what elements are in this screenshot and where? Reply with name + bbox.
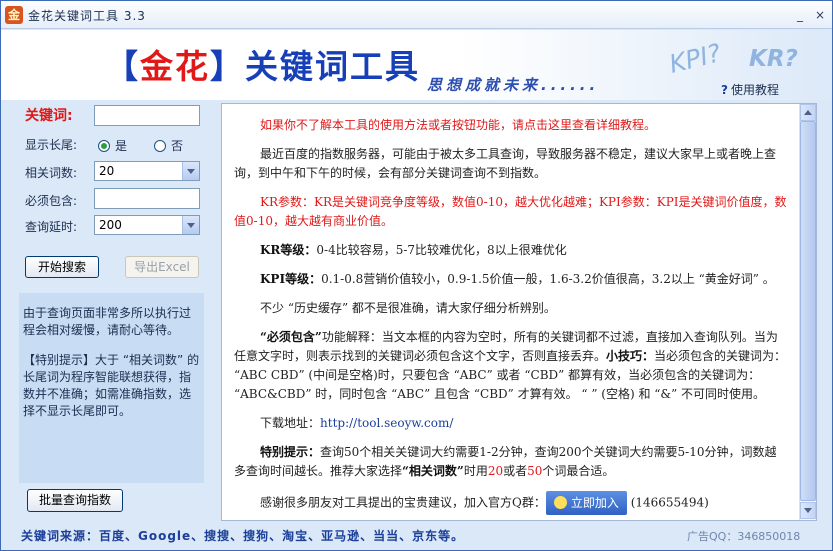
kr-levels-text: 0-4比较容易，5-7比较难优化，8以上很难优化 — [316, 243, 567, 257]
instructions-panel: 如果你不了解本工具的使用方法或者按钮功能，请点击这里查看详细教程。 最近百度的指… — [221, 103, 817, 521]
qq-icon — [553, 496, 567, 509]
special-notice-related: “相关词数” — [402, 464, 464, 478]
scroll-thumb[interactable] — [800, 121, 816, 501]
special-notice: 特别提示：查询50个相关关键词大约需要1-2分钟，查询200个关键词大约需要5-… — [234, 443, 788, 481]
kpi-levels: KPI等级：0.1-0.8营销价值较小，0.9-1.5价值一般，1.6-3.2价… — [234, 270, 788, 289]
banner-brand: 金花 — [140, 47, 210, 86]
longtail-label: 显示长尾: — [25, 138, 78, 152]
special-notice-text-c: 个词最合适。 — [542, 464, 615, 478]
footer-bar: 关键词来源：百度、Google、搜搜、搜狗、淘宝、亚马逊、当当、京东等。 广告Q… — [1, 521, 832, 550]
app-window: 金 金花关键词工具 3.3 _ × 【金花】关键词工具 思想成就未来......… — [0, 0, 833, 551]
content-scrollbar[interactable] — [799, 104, 816, 520]
keyword-label: 关键词: — [25, 108, 73, 124]
radio-unselected-icon — [154, 140, 166, 152]
banner-title-close: 】关键词工具 — [210, 47, 420, 86]
must-include-term: “必须包含” — [260, 330, 322, 344]
help-icon: ? — [721, 83, 728, 97]
query-delay-select[interactable]: 200 — [94, 215, 200, 235]
keyword-sources: 关键词来源：百度、Google、搜搜、搜狗、淘宝、亚马逊、当当、京东等。 — [21, 529, 465, 543]
longtail-yes-label: 是 — [115, 139, 128, 153]
must-include-explanation: “必须包含”功能解释：当文本框的内容为空时，所有的关键词都不过滤，直接加入查询队… — [234, 328, 788, 404]
cache-notice: 不少 “历史缓存” 都不是很准确，请大家仔细分析辨别。 — [260, 301, 556, 315]
info-panel: 由于查询页面非常多所以执行过程会相对缓慢，请耐心等待。 【特别提示】大于 “相关… — [19, 293, 204, 483]
app-logo-icon: 金 — [5, 6, 23, 24]
kr-kpi-params: KR参数：KR是关键词竞争度等级，数值0-10，越大优化越难；KPI参数：KPI… — [234, 195, 787, 228]
tutorial-link[interactable]: 如果你不了解本工具的使用方法或者按钮功能，请点击这里查看详细教程。 — [234, 116, 788, 135]
scroll-down-icon[interactable] — [800, 502, 816, 519]
related-count-label: 相关词数: — [25, 166, 78, 180]
kr-levels: KR等级：0-4比较容易，5-7比较难优化，8以上很难优化 — [234, 241, 788, 260]
close-button[interactable]: × — [812, 7, 828, 23]
title-bar[interactable]: 金 金花关键词工具 3.3 _ × — [1, 1, 832, 29]
chevron-down-icon[interactable] — [182, 162, 199, 180]
banner-title-open: 【 — [105, 47, 140, 86]
info-paragraph-tip: 【特别提示】大于 “相关词数” 的长尾词为程序智能联想获得，指数并不准确；如需准… — [23, 353, 200, 418]
header-banner: 【金花】关键词工具 思想成就未来...... KPI? KR? ? 使用教程 — [1, 30, 832, 100]
query-delay-value: 200 — [99, 218, 122, 232]
batch-query-button[interactable]: 批量查询指数 — [27, 489, 123, 512]
join-group-button[interactable]: 立即加入 — [545, 491, 627, 515]
related-count-select[interactable]: 20 — [94, 161, 200, 181]
keyword-input[interactable] — [94, 105, 200, 126]
special-notice-label: 特别提示： — [260, 445, 321, 459]
minimize-button[interactable]: _ — [792, 7, 808, 23]
window-title: 金花关键词工具 3.3 — [28, 9, 146, 23]
help-tutorial-label: 使用教程 — [730, 83, 779, 97]
kr-levels-label: KR等级： — [260, 243, 317, 257]
instructions-text: 如果你不了解本工具的使用方法或者按钮功能，请点击这里查看详细教程。 最近百度的指… — [222, 104, 800, 520]
kpi-levels-label: KPI等级： — [260, 272, 322, 286]
must-include-input[interactable] — [94, 188, 200, 209]
join-group-label: 立即加入 — [570, 496, 619, 510]
control-panel: 关键词: 显示长尾: 是 否 相关词数: 20 必须包含: 查询延时: 200 … — [1, 100, 213, 520]
radio-selected-icon — [98, 140, 110, 152]
qq-group-number: (146655494) — [630, 495, 709, 510]
special-notice-or: 或者 — [503, 464, 528, 478]
special-notice-num50: 50 — [527, 464, 543, 478]
ad-contact: 广告QQ：346850018 — [687, 530, 801, 543]
banner-slogan: 思想成就未来...... — [427, 76, 600, 94]
special-notice-num20: 20 — [487, 464, 504, 478]
download-line: 下载地址：http://tool.seoyw.com/ — [234, 414, 788, 433]
kr-decoration: KR? — [749, 46, 798, 72]
query-delay-label: 查询延时: — [25, 220, 78, 234]
kpi-decoration: KPI? — [666, 38, 724, 79]
download-link[interactable]: http://tool.seoyw.com/ — [320, 416, 453, 430]
longtail-no-radio[interactable]: 否 — [154, 137, 183, 154]
qq-group-line: 感谢很多朋友对工具提出的宝贵建议，加入官方Q群： 立即加入 (146655494) — [234, 491, 788, 515]
related-count-value: 20 — [99, 164, 115, 178]
banner-title: 【金花】关键词工具 — [105, 40, 420, 88]
export-excel-button[interactable]: 导出Excel — [125, 256, 199, 278]
scroll-up-icon[interactable] — [800, 104, 816, 121]
longtail-yes-radio[interactable]: 是 — [98, 137, 127, 154]
tip-label: 小技巧： — [606, 349, 655, 363]
start-search-button[interactable]: 开始搜索 — [25, 256, 99, 278]
chevron-down-icon[interactable] — [182, 216, 199, 234]
info-paragraph-slow: 由于查询页面非常多所以执行过程会相对缓慢，请耐心等待。 — [23, 306, 192, 337]
help-tutorial-link[interactable]: ? 使用教程 — [721, 81, 779, 98]
qq-group-text: 感谢很多朋友对工具提出的宝贵建议，加入官方Q群： — [260, 495, 546, 510]
kpi-levels-text: 0.1-0.8营销价值较小，0.9-1.5价值一般，1.6-3.2价值很高，3.… — [321, 272, 775, 286]
server-notice: 最近百度的指数服务器，可能由于被太多工具查询，导致服务器不稳定，建议大家早上或者… — [234, 147, 777, 180]
download-label: 下载地址： — [260, 416, 321, 430]
longtail-no-label: 否 — [171, 139, 184, 153]
must-include-label: 必须包含: — [25, 194, 78, 208]
special-notice-text-b: 时用 — [463, 464, 488, 478]
